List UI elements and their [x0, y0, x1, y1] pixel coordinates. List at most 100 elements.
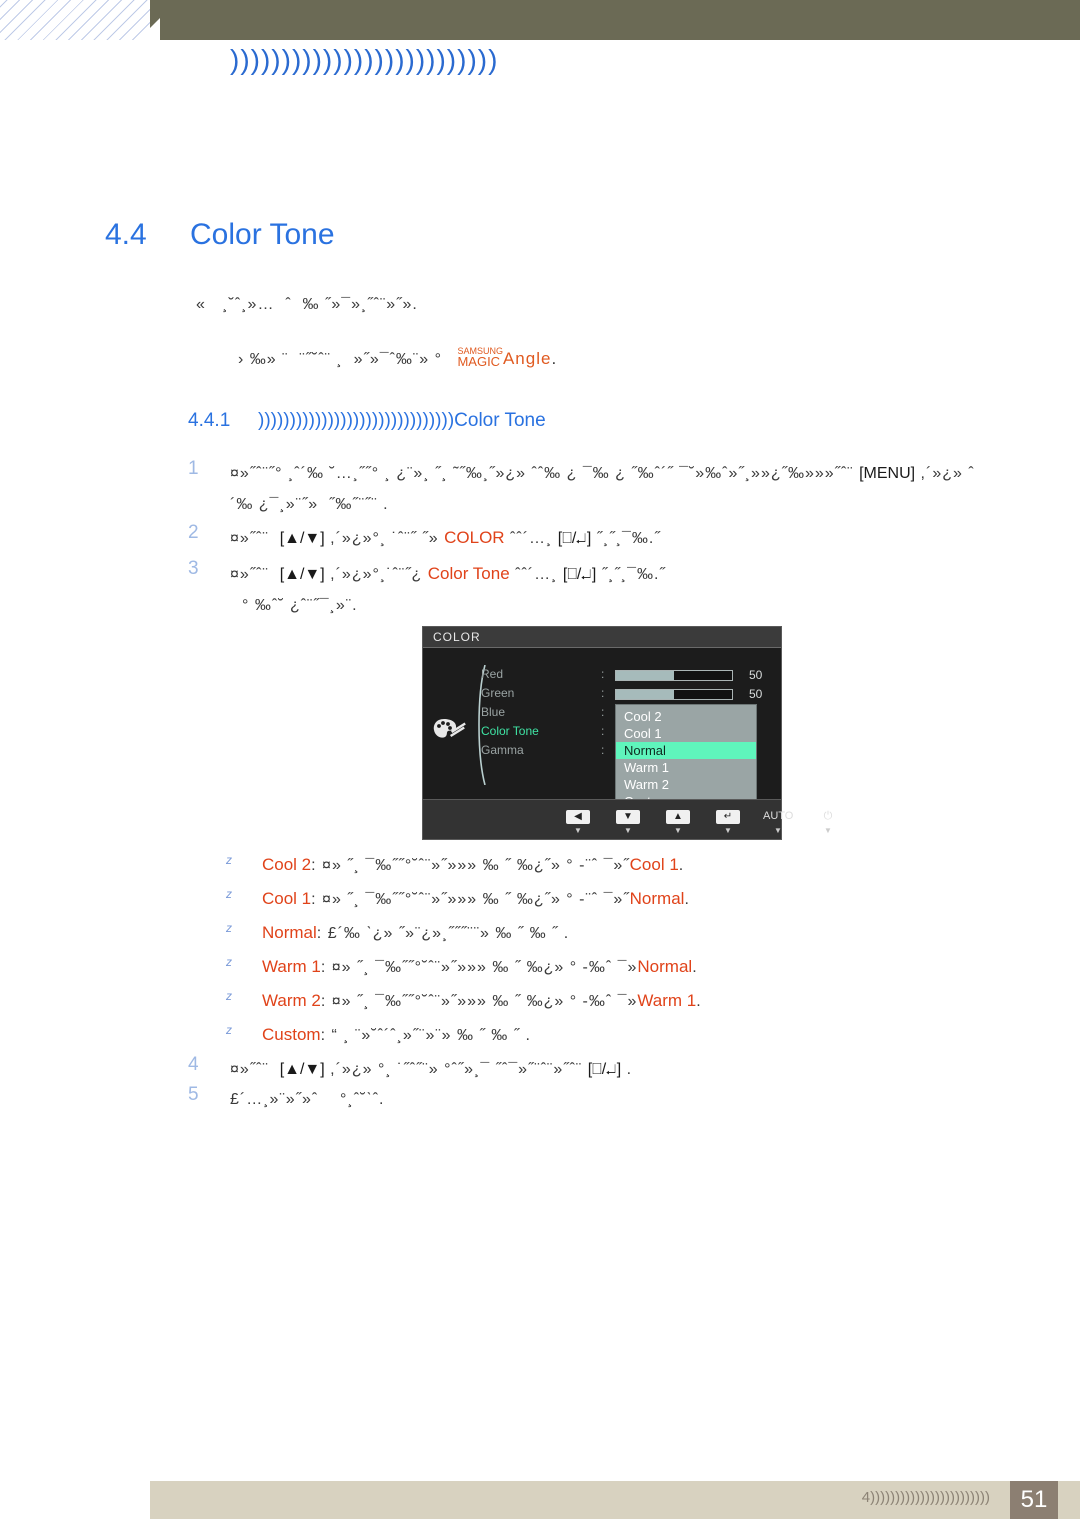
dropdown-option-warm-1[interactable]: Warm 1	[616, 759, 756, 776]
bullet-marker-icon: z	[226, 955, 232, 969]
option-period: .	[696, 993, 702, 1010]
option-description: ¤» ˝¸ ¯‰˝˝°˘ˆ¨»˝»»» ‰ ˝ ‰¿» ° -‰ˆ ¯»	[331, 993, 638, 1010]
dropdown-option-cool-1[interactable]: Cool 1	[616, 725, 756, 742]
subsection-title-boxes: )))))))))))))))))))))))))))))))	[258, 410, 455, 431]
slider-track	[615, 689, 733, 700]
magic-wordmark: MAGIC	[457, 354, 501, 369]
option-name: Warm 1	[262, 957, 321, 976]
osd-item-color-tone[interactable]: Color Tone	[481, 722, 591, 741]
up-arrow-key[interactable]: ▲ ▼	[663, 806, 693, 835]
dropdown-option-warm-2[interactable]: Warm 2	[616, 776, 756, 793]
footer-chapter-number: 4	[861, 1489, 871, 1506]
osd-footer: ◀ ▼ ▼ ▼ ▲ ▼ ↵ ▼ AUTO ▼ ⏻ ▼	[423, 799, 832, 839]
option-reference: Normal	[629, 889, 685, 908]
step-number: 1	[188, 458, 199, 479]
osd-title: COLOR	[433, 630, 481, 644]
step-number: 3	[188, 558, 199, 579]
magic-angle-period: .	[551, 349, 558, 368]
list-item-text: Warm 2: ¤» ˝¸ ¯‰˝˝°˘ˆ¨»˝»»» ‰ ˝ ‰¿» ° -‰…	[262, 991, 702, 1010]
section-number: 4.4	[105, 218, 147, 251]
power-key[interactable]: ⏻ ▼	[813, 806, 843, 835]
osd-colon: :	[601, 667, 605, 681]
down-arrow-key-marker: ▼	[624, 826, 632, 835]
step-1: 1 ¤»˝ˆ¨˝° ¸ˆ´‰ ˘…¸˝˝° ¸ ¿¨»¸ ˝¸ ˜˝‰¸˝»¿» …	[188, 458, 1018, 520]
step-text-line2: ° ‰ˆ˘ ¿ˆ¨˝¯¸»¨.	[242, 597, 358, 614]
header-bar	[150, 0, 1080, 40]
color-tone-options-list: z Cool 2: ¤» ˝¸ ¯‰˝˝°˘ˆ¨»˝»»» ‰ ˝ ‰¿˝» ° …	[226, 848, 1026, 1052]
auto-key[interactable]: AUTO ▼	[763, 806, 793, 835]
step-number: 4	[188, 1054, 199, 1075]
bullet-marker-icon: z	[226, 989, 232, 1003]
step-text: £´…¸»¨»˝»ˆ °¸ˆ˘ˋˆ.	[230, 1084, 1018, 1115]
osd-item-gamma[interactable]: Gamma	[481, 741, 591, 760]
step-text-run: ,´»¿»°¸˙ˆ¨˝¿	[330, 566, 423, 583]
subsection-number: 4.4.1	[188, 410, 231, 431]
option-colon: :	[311, 891, 317, 908]
osd-item-red[interactable]: Red	[481, 665, 591, 684]
list-item: z Warm 2: ¤» ˝¸ ¯‰˝˝°˘ˆ¨»˝»»» ‰ ˝ ‰¿» ° -…	[226, 984, 1026, 1018]
power-key-marker: ▼	[824, 826, 832, 835]
step-text: ¤»˝ˆ¨˝° ¸ˆ´‰ ˘…¸˝˝° ¸ ¿¨»¸ ˝¸ ˜˝‰¸˝»¿» ˆ…	[230, 458, 1018, 520]
option-period: .	[692, 959, 698, 976]
bullet-marker-icon: z	[226, 1023, 232, 1037]
osd-colon: :	[601, 686, 605, 700]
osd-button-reference: [▲/▼]	[279, 566, 325, 583]
up-arrow-key-marker: ▼	[674, 826, 682, 835]
left-arrow-key-marker: ▼	[574, 826, 582, 835]
osd-item-green[interactable]: Green	[481, 684, 591, 703]
option-reference: Cool 1	[629, 855, 679, 874]
step-2: 2 ¤»˝ˆ¨ [▲/▼] ,´»¿»°¸ ˙ˆ¨˝ ˝» COLOR ˆˆ´…¸…	[188, 522, 1018, 554]
step-text: ¤»˝ˆ¨ [▲/▼] ,´»¿» °¸ ˙˝ˆ˝¨» °ˆ˝»¸¯ ˝ˆ¯»˝…	[230, 1054, 1018, 1085]
dropdown-option-cool-2[interactable]: Cool 2	[616, 708, 756, 725]
option-period: .	[684, 891, 690, 908]
osd-colon: :	[601, 743, 605, 757]
dropdown-option-normal[interactable]: Normal	[616, 742, 756, 759]
osd-menu-screenshot: COLOR Red Green Blue Color Tone Gamma ::::: …	[422, 626, 832, 840]
slider-fill	[616, 671, 674, 680]
osd-item-blue[interactable]: Blue	[481, 703, 591, 722]
option-description: ¤» ˝¸ ¯‰˝˝°˘ˆ¨»˝»»» ‰ ˝ ‰¿» ° -‰ˆ ¯»	[331, 959, 638, 976]
step-text: ¤»˝ˆ¨ [▲/▼] ,´»¿»°¸ ˙ˆ¨˝ ˝» COLOR ˆˆ´…¸ …	[230, 522, 1018, 554]
step-3: 3 ¤»˝ˆ¨ [▲/▼] ,´»¿»°¸˙ˆ¨˝¿ Color Tone ˆˆ´…	[188, 558, 1018, 621]
enter-key[interactable]: ↵ ▼	[713, 806, 743, 835]
osd-slider-red[interactable]: 50	[615, 667, 762, 686]
down-arrow-key[interactable]: ▼ ▼	[613, 806, 643, 835]
magic-angle-label: Angle	[502, 349, 552, 368]
down-arrow-key-glyph: ▼	[616, 810, 640, 824]
corner-hatch-decoration	[0, 0, 150, 40]
list-item: z Cool 2: ¤» ˝¸ ¯‰˝˝°˘ˆ¨»˝»»» ‰ ˝ ‰¿˝» ° …	[226, 848, 1026, 882]
list-item-text: Normal: £´‰ ˋ¿» ˝»¨¿»¸˝˝˝¨¨» ‰ ˝ ‰ ˝ .	[262, 923, 570, 942]
list-item-text: Warm 1: ¤» ˝¸ ¯‰˝˝°˘ˆ¨»˝»»» ‰ ˝ ‰¿» ° -‰…	[262, 957, 698, 976]
intro-paragraph-2: › ‰» ¨ ¨˝˘ˆ¨ ¸ »˝»¯ˆ‰¨» ° SAMSUNG MAGIC …	[238, 345, 1038, 369]
osd-colon-column: :::::	[601, 665, 604, 760]
option-description: £´‰ ˋ¿» ˝»¨¿»¸˝˝˝¨¨» ‰ ˝ ‰ ˝ .	[327, 925, 570, 942]
option-colon: :	[320, 1027, 327, 1044]
option-period: .	[678, 857, 685, 874]
step-number: 2	[188, 522, 199, 543]
list-item: z Cool 1: ¤» ˝¸ ¯‰˝˝°˘ˆ¨»˝»»» ‰ ˝ ‰¿˝» ° …	[226, 882, 1026, 916]
up-arrow-key-glyph: ▲	[666, 810, 690, 824]
osd-slider-green[interactable]: 50	[615, 686, 762, 705]
menu-keyword: Color Tone	[427, 564, 510, 583]
list-item-text: Cool 1: ¤» ˝¸ ¯‰˝˝°˘ˆ¨»˝»»» ‰ ˝ ‰¿˝» ° -…	[262, 889, 690, 908]
menu-keyword: COLOR	[444, 528, 505, 547]
osd-button-reference: [MENU]	[859, 465, 916, 482]
bullet-marker-icon: z	[226, 853, 232, 867]
left-arrow-key[interactable]: ◀ ▼	[563, 806, 593, 835]
step-text-run: ¤»˝ˆ¨	[230, 1061, 275, 1078]
list-item: z Custom: “ ¸ ¨»˘ˆ´ˆ¸»˝¨»¨» ‰ ˝ ‰ ˝ .	[226, 1018, 1026, 1052]
option-colon: :	[320, 959, 327, 976]
color-tone-dropdown[interactable]: Cool 2Cool 1NormalWarm 1Warm 2Custom	[615, 704, 757, 814]
step-text-run: ¯˘»‰ˆ»˝¸»»¿˝‰»»»˝ˆ¨	[679, 465, 854, 482]
step-5: 5 £´…¸»¨»˝»ˆ °¸ˆ˘ˋˆ.	[188, 1084, 1018, 1115]
auto-key-glyph: AUTO	[763, 810, 794, 822]
bullet-marker-icon: z	[226, 921, 232, 935]
option-name: Cool 1	[262, 889, 312, 908]
page-number: 51	[1010, 1481, 1058, 1519]
option-colon: :	[311, 857, 317, 874]
step-text-run: ˆˆ´…¸	[510, 530, 553, 547]
step-text-run: ˝¸˝¸¯‰.˝	[596, 530, 661, 547]
osd-button-reference: [⎕/↵]	[562, 566, 597, 583]
osd-label-column: Red Green Blue Color Tone Gamma	[481, 665, 591, 760]
chapter-title: ))))))))))))))))))))))))))	[230, 44, 499, 75]
